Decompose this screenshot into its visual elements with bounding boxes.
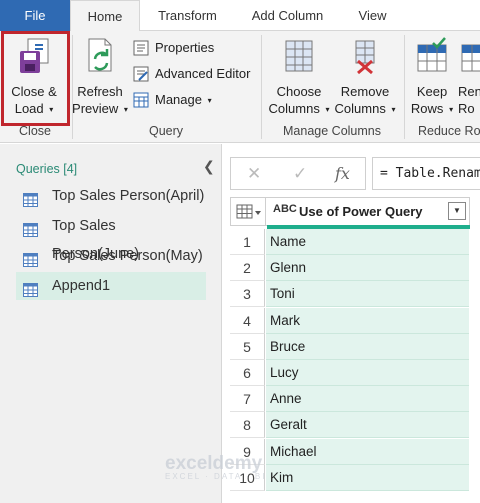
- remove-columns-button[interactable]: Remove Columns ▾: [333, 37, 397, 118]
- table-cell[interactable]: Mark: [266, 307, 469, 334]
- row-number[interactable]: 8: [230, 412, 265, 439]
- chevron-down-icon: ▾: [449, 105, 454, 115]
- table-row[interactable]: 5 Bruce: [230, 333, 470, 360]
- remove-rows-button[interactable]: Ren Ro: [458, 37, 480, 117]
- table-cell[interactable]: Bruce: [266, 333, 469, 360]
- table-cell[interactable]: Anne: [266, 386, 469, 413]
- table-icon: [236, 204, 261, 219]
- queries-pane: Queries [4] ❮ Top Sales Person(April) To…: [0, 144, 222, 503]
- remove-rows-icon: [460, 37, 480, 79]
- query-label: Top Sales Person(May): [52, 248, 203, 264]
- manage-label: Manage: [155, 92, 202, 107]
- properties-label: Properties: [155, 40, 215, 55]
- remove-columns-label-1: Remove: [340, 84, 390, 99]
- table-icon: [23, 279, 38, 307]
- chevron-down-icon: ▾: [391, 105, 396, 115]
- keep-rows-label-2: Rows ▾: [410, 101, 454, 116]
- row-number[interactable]: 4: [230, 307, 265, 334]
- table-row[interactable]: 4 Mark: [230, 307, 470, 334]
- tab-add-column[interactable]: Add Column: [240, 0, 335, 31]
- table-cell[interactable]: Name: [266, 229, 469, 255]
- queries-header: Queries [4]: [16, 162, 78, 176]
- chevron-down-icon: ▾: [325, 105, 330, 115]
- table-row[interactable]: 3 Toni: [230, 281, 470, 308]
- tab-view[interactable]: View: [345, 0, 400, 31]
- table-row[interactable]: 7 Anne: [230, 386, 470, 413]
- row-number[interactable]: 1: [230, 229, 265, 255]
- keep-rows-label-1: Keep: [416, 84, 448, 99]
- advanced-editor-button[interactable]: Advanced Editor: [133, 63, 250, 85]
- close-group-label: Close: [19, 124, 51, 138]
- fx-icon[interactable]: fx: [335, 164, 350, 183]
- advanced-editor-label: Advanced Editor: [155, 66, 251, 81]
- formula-controls: ✕ ✓ fx: [230, 157, 366, 190]
- refresh-icon: [72, 37, 128, 79]
- refresh-preview-button[interactable]: Refresh Preview ▾: [72, 37, 128, 118]
- choose-columns-icon: [268, 37, 330, 79]
- choose-columns-button[interactable]: Choose Columns ▾: [268, 37, 330, 118]
- row-number[interactable]: 5: [230, 333, 265, 360]
- table-cell[interactable]: Kim: [266, 464, 469, 491]
- advanced-editor-icon: [133, 66, 149, 89]
- chevron-down-icon: ▾: [123, 105, 128, 115]
- table-cell[interactable]: Michael: [266, 438, 469, 465]
- table-row[interactable]: 6 Lucy: [230, 360, 470, 386]
- keep-rows-icon: [410, 37, 454, 79]
- formula-bar: ✕ ✓ fx = Table.RenameColumns: [230, 157, 480, 190]
- row-number[interactable]: 3: [230, 281, 265, 308]
- ribbon: Close & Load ▾ Close Refresh Preview ▾ P…: [0, 31, 480, 143]
- cancel-icon[interactable]: ✕: [247, 164, 261, 184]
- formula-input[interactable]: = Table.RenameColumns: [372, 157, 480, 190]
- table-cell[interactable]: Geralt: [266, 412, 469, 439]
- close-load-highlight: [1, 31, 70, 126]
- watermark: exceldemy EXCEL · DATA · BI: [165, 453, 266, 481]
- manage-columns-group-label: Manage Columns: [283, 124, 381, 138]
- collapse-pane-icon[interactable]: ❮: [203, 158, 215, 175]
- query-item-april[interactable]: Top Sales Person(April): [16, 182, 206, 210]
- table-menu-button[interactable]: [231, 198, 266, 225]
- table-row[interactable]: 8 Geralt: [230, 412, 470, 439]
- table-row[interactable]: 1 Name: [230, 229, 470, 255]
- query-item-june[interactable]: Top Sales Person(June): [16, 212, 206, 262]
- tab-transform[interactable]: Transform: [145, 0, 230, 31]
- query-item-append1[interactable]: Append1: [16, 272, 206, 300]
- properties-icon: [133, 40, 149, 63]
- choose-columns-label-2: Columns ▾: [268, 101, 330, 116]
- filter-dropdown-icon[interactable]: ▼: [448, 202, 466, 220]
- query-item-may[interactable]: Top Sales Person(May): [16, 242, 206, 270]
- refresh-label-1: Refresh: [77, 84, 123, 99]
- table-cell[interactable]: Glenn: [266, 255, 469, 282]
- watermark-tagline: EXCEL · DATA · BI: [165, 472, 267, 481]
- properties-button[interactable]: Properties: [133, 37, 214, 59]
- refresh-label-2: Preview ▾: [72, 101, 128, 116]
- check-icon[interactable]: ✓: [293, 164, 307, 184]
- divider: [404, 35, 405, 139]
- remove-rows-label-1: Ren: [458, 84, 480, 99]
- table-cell[interactable]: Lucy: [266, 360, 469, 386]
- row-number[interactable]: 2: [230, 255, 265, 282]
- text-type-icon[interactable]: ABC: [273, 203, 297, 215]
- tab-home[interactable]: Home: [70, 0, 140, 32]
- manage-button[interactable]: Manage ▾: [133, 89, 212, 111]
- remove-columns-label-2: Columns ▾: [334, 101, 396, 116]
- chevron-down-icon: ▾: [207, 95, 212, 105]
- query-label: Append1: [52, 278, 111, 294]
- column-header[interactable]: Use of Power Query: [299, 204, 423, 219]
- row-number[interactable]: 7: [230, 386, 265, 413]
- table-cell[interactable]: Toni: [266, 281, 469, 308]
- query-label: Top Sales Person(April): [52, 188, 205, 204]
- remove-rows-label-2: Ro: [458, 101, 475, 116]
- keep-rows-button[interactable]: Keep Rows ▾: [410, 37, 454, 118]
- grid-header: ABC Use of Power Query ▼: [230, 197, 470, 229]
- reduce-rows-group-label: Reduce Ro: [418, 124, 480, 138]
- watermark-brand: exceldemy: [165, 453, 263, 474]
- table-row[interactable]: 2 Glenn: [230, 255, 470, 282]
- query-group-label: Query: [148, 124, 184, 138]
- manage-icon: [133, 92, 149, 115]
- tab-file[interactable]: File: [0, 0, 70, 31]
- remove-columns-icon: [333, 37, 397, 79]
- row-number[interactable]: 6: [230, 360, 265, 386]
- choose-columns-label-1: Choose: [276, 84, 322, 99]
- ribbon-tabs: File Home Transform Add Column View: [0, 0, 480, 32]
